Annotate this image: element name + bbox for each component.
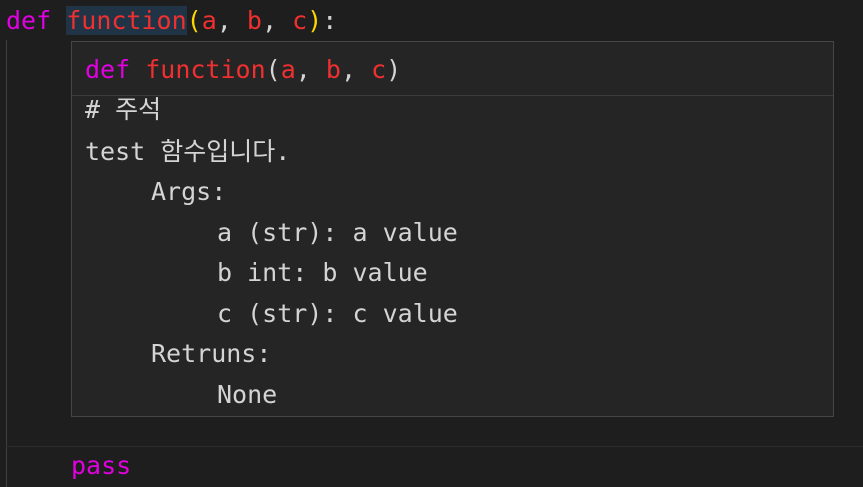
code-line-pass[interactable]: pass xyxy=(71,446,131,486)
colon: : xyxy=(322,6,338,35)
hover-param-b: b xyxy=(325,55,341,84)
hover-param-a: a xyxy=(280,55,296,84)
doc-arg-c: c (str): c value xyxy=(217,299,458,328)
indent-guide xyxy=(6,40,7,487)
hover-signature: def function(a, b, c) xyxy=(85,55,402,84)
hover-divider xyxy=(72,95,833,96)
doc-summary: test 함수입니다. xyxy=(85,137,291,166)
doc-arg-b: b int: b value xyxy=(217,258,428,287)
param-b: b xyxy=(246,6,262,35)
hover-def-keyword: def xyxy=(85,55,131,84)
close-paren: ) xyxy=(307,6,323,35)
def-keyword: def xyxy=(6,6,52,35)
hover-param-c: c xyxy=(371,55,387,84)
param-a: a xyxy=(201,6,217,35)
code-line-def[interactable]: def function(a, b, c): xyxy=(6,1,337,41)
doc-arg-a: a (str): a value xyxy=(217,218,458,247)
hover-function-name: function xyxy=(145,55,266,84)
open-paren: ( xyxy=(186,6,202,35)
doc-returns-value: None xyxy=(217,380,278,409)
doc-args-heading: Args: xyxy=(151,177,227,206)
param-c: c xyxy=(292,6,308,35)
doc-comment: # 주석 xyxy=(85,95,162,124)
function-name[interactable]: function xyxy=(66,6,187,35)
current-line-border xyxy=(6,446,863,447)
doc-returns-heading: Retruns: xyxy=(151,339,272,368)
hover-tooltip: def function(a, b, c) # 주석 test 함수입니다. A… xyxy=(71,41,834,417)
